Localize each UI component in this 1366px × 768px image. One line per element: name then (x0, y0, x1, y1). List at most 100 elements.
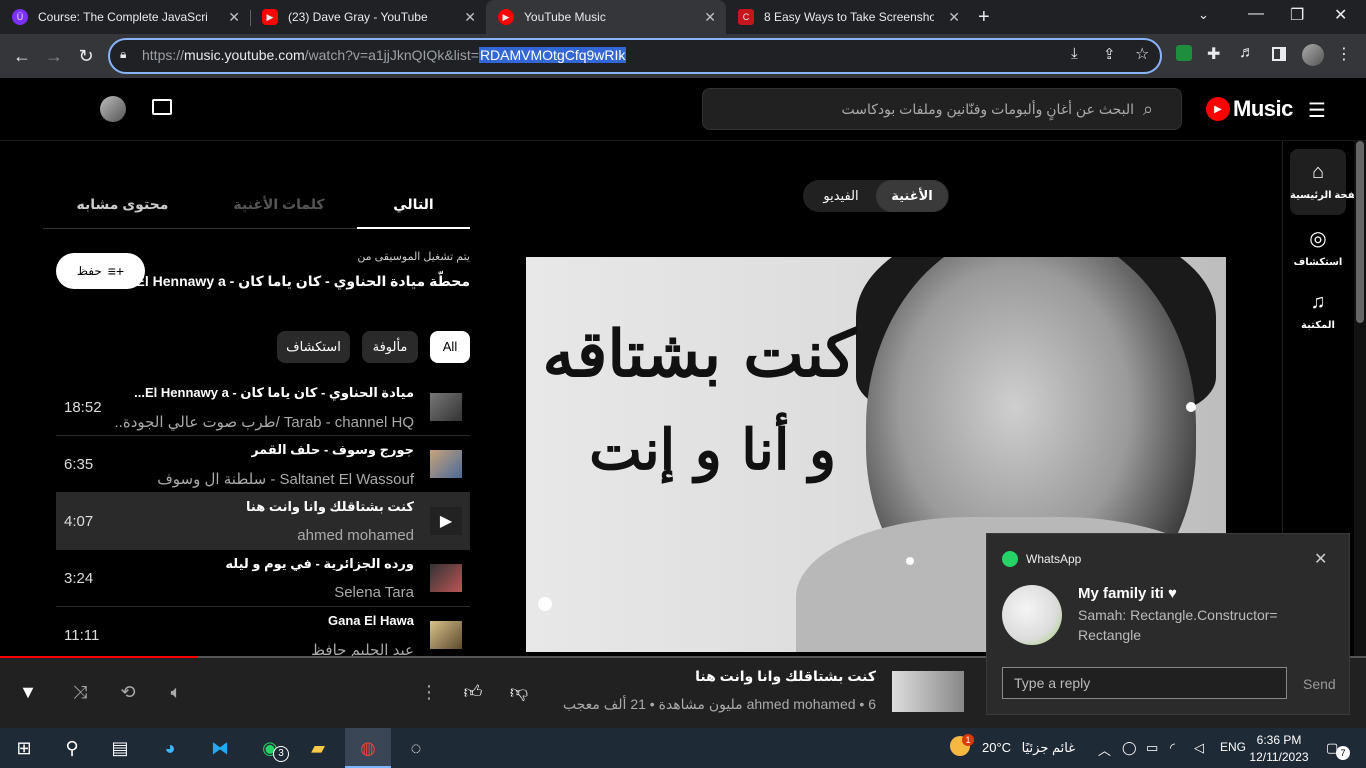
minimize-window-icon[interactable]: — (1248, 5, 1264, 23)
cast-icon[interactable] (152, 99, 172, 115)
taskbar-clock[interactable]: 6:36 PM 12/11/2023 (1246, 732, 1312, 766)
install-app-icon[interactable]: ⤓ (1071, 45, 1078, 62)
weather-text[interactable]: غائم جزئيًا (1021, 740, 1075, 756)
queue-item-duration: 18:52 (64, 399, 102, 416)
wifi-icon[interactable]: ◜ (1170, 740, 1175, 756)
save-label: حفظ (76, 264, 102, 278)
tab-lyrics[interactable]: كلمات الأغنية (214, 196, 344, 216)
queue-item-thumbnail (430, 564, 462, 592)
scrollbar-thumb[interactable] (1356, 141, 1364, 323)
toggle-song[interactable]: الأغنية (876, 180, 948, 212)
now-playing-thumbnail[interactable] (892, 671, 964, 712)
vscode-icon[interactable]: ⧓ (206, 734, 234, 762)
browser-tab-course[interactable]: Ü Course: The Complete JavaScript ✕ (0, 0, 250, 34)
focus-assist-icon[interactable]: ◯ (1122, 740, 1137, 756)
chip-discover[interactable]: استكشاف (277, 331, 350, 363)
search-icon[interactable]: ⌕ (1143, 99, 1153, 120)
weather-temp[interactable]: 20°C (982, 740, 1011, 755)
toggle-video[interactable]: الفيديو (806, 180, 876, 212)
rail-item-explore[interactable]: ◎ استكشاف (1290, 214, 1346, 280)
send-button[interactable]: Send (1303, 676, 1336, 692)
browser-tab-youtube-music[interactable]: ▶ YouTube Music ✕ (486, 0, 726, 34)
queue-item-duration: 4:07 (64, 513, 94, 530)
share-icon[interactable]: ⇪ (1103, 45, 1116, 63)
restore-window-icon[interactable]: ❐ (1290, 5, 1304, 25)
queue-item[interactable]: 18:52 ميادة الحناوي - كان ياما كان - El … (56, 379, 470, 436)
url-scheme: https:// (142, 47, 185, 63)
expand-player-icon[interactable]: ▼ (16, 680, 40, 704)
close-tab-icon[interactable]: ✕ (228, 9, 240, 26)
file-explorer-icon[interactable]: ▰ (304, 734, 332, 762)
queue-item-title: ورده الجزائرية - في يوم و ليله (225, 556, 414, 571)
url-text[interactable]: https://music.youtube.com/watch?v=a1jjJk… (142, 47, 627, 63)
language-indicator[interactable]: ENG (1220, 740, 1246, 754)
forward-arrow-icon[interactable]: → (42, 44, 66, 68)
tab-related[interactable]: محتوى مشابه (60, 196, 185, 216)
close-tab-icon[interactable]: ✕ (704, 9, 716, 26)
browser-tab-youtube[interactable]: ▶ (23) Dave Gray - YouTube ✕ (250, 0, 486, 34)
volume-icon[interactable]: 🔈︎ (164, 680, 188, 704)
browser-menu-icon[interactable]: ⋮ (1336, 44, 1352, 64)
queue-item-title: كنت بشتاقلك وانا وانت هنا (246, 499, 414, 514)
queue-item-duration: 3:24 (64, 570, 94, 587)
task-view-icon[interactable]: ▤ (106, 734, 134, 762)
speaker-icon[interactable]: ◁ (1194, 740, 1204, 756)
article-favicon-icon: C (738, 9, 754, 25)
reload-icon[interactable]: ↻ (74, 44, 98, 68)
rail-item-home[interactable]: ⌂ الصفحة الرئيسية (1290, 149, 1366, 215)
compass-icon: ◎ (1309, 228, 1327, 250)
windows-start-icon[interactable]: ⊞ (10, 734, 38, 762)
more-options-icon[interactable]: ⋮ (417, 680, 441, 704)
queue-item[interactable]: 11:11 Gana El Hawa عبد الحليم حافظ (56, 607, 470, 656)
queue-item[interactable]: 3:24 ورده الجزائرية - في يوم و ليله Sele… (56, 550, 470, 607)
chip-familiar[interactable]: مألوفة (362, 331, 418, 363)
obs-icon[interactable]: ◌ (402, 734, 430, 762)
url-host: music.youtube.com (184, 47, 305, 63)
whatsapp-icon (1002, 551, 1018, 567)
rail-item-library[interactable]: ♫ المكتبة (1290, 279, 1346, 345)
search-placeholder: البحث عن أغانٍ وألبومات وفنّانين وملفات … (841, 101, 1134, 117)
chrome-icon[interactable]: ◍ (354, 734, 382, 762)
queue-item-subtitle: Saltanet El Wassouf - سلطنة ال وسوف (157, 471, 414, 488)
chip-all[interactable]: All (430, 331, 470, 363)
queue-item[interactable]: 6:35 جورج وسوف - حلف القمر Saltanet El W… (56, 436, 470, 493)
tab-title: (23) Dave Gray - YouTube (288, 10, 428, 24)
station-name: محطّة ميادة الحناوي - كان ياما كان - El … (124, 273, 470, 289)
close-window-icon[interactable]: ✕ (1334, 5, 1347, 25)
like-icon[interactable]: 👍︎ (461, 680, 485, 704)
new-tab-button[interactable]: + (978, 6, 990, 29)
extensions-puzzle-icon[interactable]: ✚ (1207, 44, 1220, 64)
queue-item-now-playing[interactable]: 4:07 كنت بشتاقلك وانا وانت هنا ahmed moh… (56, 493, 470, 550)
extension-green-icon[interactable] (1176, 45, 1192, 61)
tab-search-icon[interactable]: ⌄ (1198, 7, 1209, 23)
repeat-icon[interactable]: ⟲ (116, 680, 140, 704)
now-playing-title[interactable]: كنت بشتاقلك وانا وانت هنا (695, 668, 876, 685)
close-notification-icon[interactable]: ✕ (1314, 549, 1327, 569)
back-arrow-icon[interactable]: ← (10, 44, 34, 68)
close-tab-icon[interactable]: ✕ (464, 9, 476, 26)
bookmark-star-icon[interactable]: ☆ (1135, 44, 1149, 64)
tray-chevron-icon[interactable]: ︿ (1098, 740, 1111, 759)
tab-up-next[interactable]: التالي (357, 196, 470, 216)
profile-avatar[interactable] (1302, 44, 1324, 66)
side-panel-icon[interactable] (1272, 47, 1286, 61)
media-control-icon[interactable]: ♬ (1239, 44, 1255, 62)
queue-item-title: Gana El Hawa (328, 613, 414, 628)
battery-icon[interactable]: ▭ (1146, 740, 1158, 756)
lock-icon[interactable]: 🔒︎ (120, 47, 126, 62)
youtube-favicon-icon: ▶ (262, 9, 278, 25)
dislike-icon[interactable]: 👎︎ (507, 680, 531, 704)
reply-placeholder: Type a reply (1014, 675, 1091, 691)
taskbar-search-icon[interactable]: ⚲ (58, 734, 86, 762)
queue-item-thumbnail (430, 621, 462, 649)
save-button[interactable]: حفظ ≡+ (56, 253, 145, 289)
ytm-logo[interactable]: ▶ Music (1206, 96, 1293, 122)
hamburger-menu-icon[interactable]: ☰ (1308, 98, 1326, 123)
shuffle-icon[interactable]: ⤨ (68, 680, 92, 704)
edge-icon[interactable]: ◕ (156, 734, 184, 762)
browser-tab-screenshots[interactable]: C 8 Easy Ways to Take Screenshots ✕ (726, 0, 970, 34)
close-tab-icon[interactable]: ✕ (948, 9, 960, 26)
play-icon[interactable]: ▶ (430, 507, 462, 535)
account-avatar[interactable] (100, 96, 126, 122)
clock-date: 12/11/2023 (1249, 750, 1309, 764)
